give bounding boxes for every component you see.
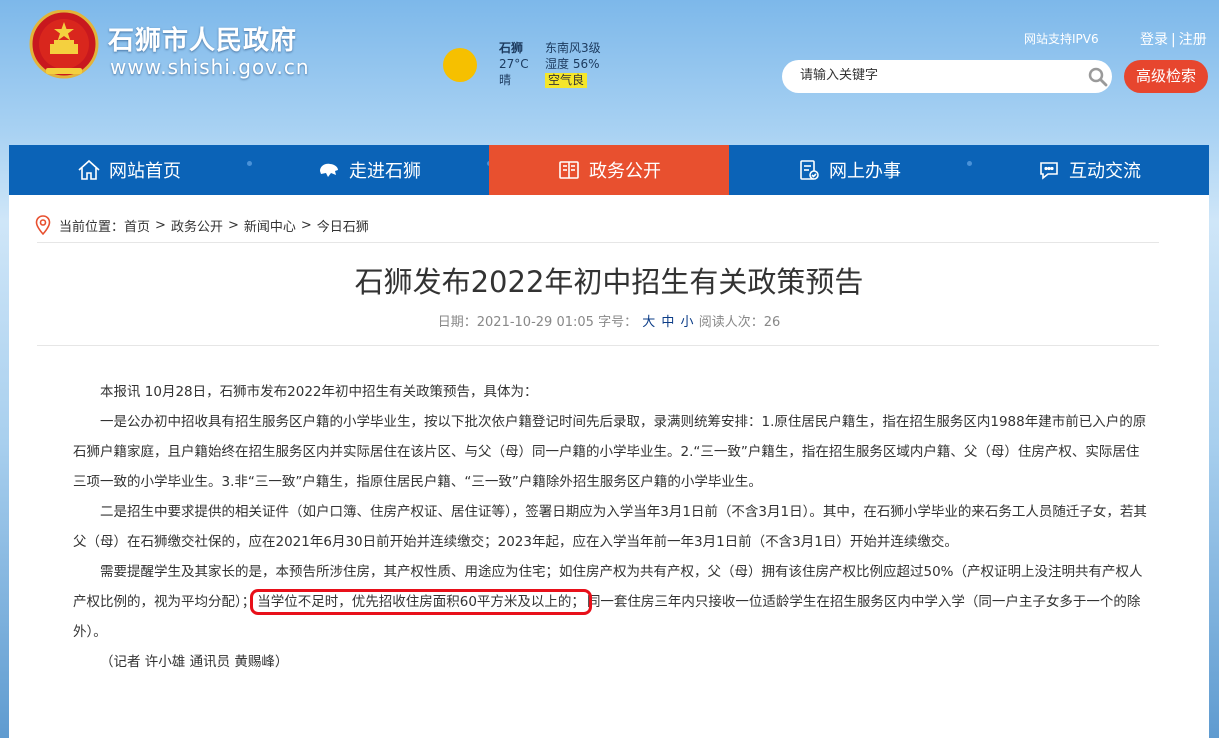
breadcrumb-today-shishi[interactable]: 今日石狮 (317, 216, 369, 235)
font-size-small-link[interactable]: 小 (681, 315, 694, 330)
location-pin-icon (35, 215, 51, 235)
views-label: 阅读人次： (698, 315, 764, 330)
breadcrumb-home[interactable]: 首页 (124, 216, 150, 235)
book-icon (559, 161, 579, 179)
login-link[interactable]: 登录 (1140, 32, 1168, 48)
breadcrumb-separator: > (300, 217, 312, 233)
service-doc-icon (800, 160, 819, 180)
paragraph: 二是招生中要求提供的相关证件（如户口簿、住房产权证、居住证等），签署日期应为入学… (73, 504, 1147, 550)
site-url: www.shishi.gov.cn (110, 55, 310, 79)
search-input[interactable] (800, 68, 1070, 83)
account-links: 登录 | 注册 (1140, 29, 1207, 49)
breadcrumb-prefix: 当前位置： (59, 219, 125, 235)
article-meta: 日期：2021-10-29 01:05 字号： 大 中 小 阅读人次：26 (9, 311, 1209, 330)
nav-item-home[interactable]: 网站首页 (9, 145, 252, 195)
ipv6-support-label: 网站支持IPV6 (1024, 32, 1099, 46)
nav-label: 网站首页 (109, 161, 181, 182)
nav-label: 网上办事 (829, 161, 901, 182)
nav-item-interaction[interactable]: 互动交流 (969, 145, 1209, 195)
site-title: 石狮市人民政府 (108, 26, 298, 56)
breadcrumb-news-center[interactable]: 新闻中心 (244, 216, 296, 235)
main-nav: 网站首页 走进石狮 政务公开 网上办事 互动交流 (9, 145, 1209, 195)
nav-item-about[interactable]: 走进石狮 (249, 145, 492, 195)
date-label: 日期： (437, 315, 477, 330)
search-icon[interactable] (1088, 67, 1108, 87)
nav-label: 走进石狮 (349, 161, 421, 182)
weather-humidity: 湿度 56% (545, 57, 600, 71)
font-size-medium-link[interactable]: 中 (661, 315, 674, 330)
nav-item-online-service[interactable]: 网上办事 (729, 145, 972, 195)
view-count: 26 (763, 315, 781, 330)
font-size-label: 字号： (598, 315, 638, 330)
divider (37, 242, 1159, 243)
breadcrumb: 当前位置： 首页 > 政务公开 > 新闻中心 > 今日石狮 (35, 215, 369, 235)
sunny-weather-icon (443, 48, 477, 82)
nav-item-gov-affairs[interactable]: 政务公开 (489, 145, 729, 195)
paragraph: 本报讯 10月28日，石狮市发布2022年初中招生有关政策预告，具体为： (100, 384, 538, 400)
nav-label: 互动交流 (1069, 161, 1141, 182)
article-body: 本报讯 10月28日，石狮市发布2022年初中招生有关政策预告，具体为： 一是公… (73, 377, 1149, 677)
search-box (782, 60, 1112, 93)
air-quality-badge: 空气良 (545, 73, 588, 88)
font-size-large-link[interactable]: 大 (642, 315, 655, 330)
article-title: 石狮发布2022年初中招生有关政策预告 (354, 265, 864, 299)
breadcrumb-gov-affairs[interactable]: 政务公开 (171, 216, 223, 235)
publish-date: 2021-10-29 01:05 (476, 315, 594, 330)
divider (37, 345, 1159, 346)
lion-icon (320, 163, 338, 177)
national-emblem-logo (28, 9, 100, 84)
weather-temp: 27°C (499, 57, 529, 71)
weather-city: 石狮 (499, 41, 524, 55)
article-container: 当前位置： 首页 > 政务公开 > 新闻中心 > 今日石狮 石狮发布2022年初… (9, 195, 1209, 738)
home-icon (78, 159, 100, 180)
nav-label: 政务公开 (589, 161, 661, 182)
weather-panel: 石狮 27°C 晴 (499, 40, 529, 88)
weather-wind: 东南风3级 (545, 41, 601, 55)
paragraph: 需要提醒学生及其家长的是，本预告所涉住房，其产权性质、用途应为住宅；如住房产权为… (73, 557, 1149, 647)
breadcrumb-separator: > (155, 217, 166, 233)
advanced-search-button[interactable]: 高级检索 (1124, 60, 1208, 93)
breadcrumb-separator: > (227, 217, 239, 233)
weather-condition: 晴 (499, 73, 512, 87)
weather-details: 东南风3级 湿度 56% 空气良 (545, 40, 601, 88)
register-link[interactable]: 注册 (1179, 32, 1207, 48)
chat-icon (1040, 162, 1058, 180)
paragraph: 一是公办初中招收具有招生服务区户籍的小学毕业生，按以下批次依户籍登记时间先后录取… (73, 414, 1147, 490)
login-separator: | (1171, 32, 1176, 48)
highlighted-sentence: 当学位不足时，优先招收住房面积60平方米及以上的； (250, 589, 592, 615)
byline: （记者 许小雄 通讯员 黄赐峰） (100, 654, 289, 670)
